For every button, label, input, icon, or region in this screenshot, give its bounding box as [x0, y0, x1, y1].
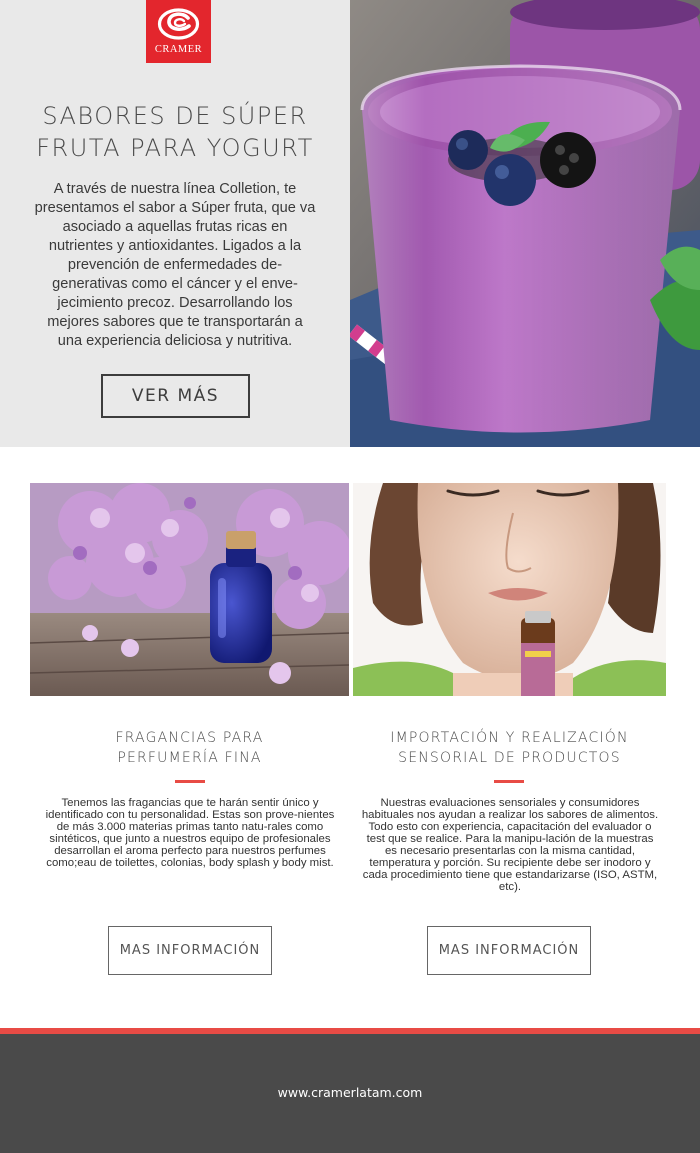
perfume-illustration: [30, 483, 349, 696]
lilac-perfume-image: [30, 483, 349, 696]
berry-smoothie-image: [350, 0, 700, 447]
importacion-title-line-2: SENSORIAL DE PRODUCTOS: [398, 750, 621, 766]
fragancias-title: FRAGANCIAS PARA PERFUMERÍA FINA: [30, 728, 349, 768]
hero-title: SABORES DE SÚPER FRUTA PARA YOGURT: [20, 100, 330, 164]
smoothie-illustration: [350, 0, 700, 447]
fragancias-mas-informacion-button[interactable]: MAS INFORMACIÓN: [108, 926, 272, 975]
logo-wordmark: CRAMER: [154, 44, 203, 55]
fragancias-title-line-2: PERFUMERÍA FINA: [117, 750, 262, 766]
importacion-mas-informacion-button[interactable]: MAS INFORMACIÓN: [427, 926, 591, 975]
hero-text-panel: CRAMER SABORES DE SÚPER FRUTA PARA YOGUR…: [0, 0, 350, 447]
hero-title-line-2: FRUTA PARA YOGURT: [36, 134, 314, 162]
woman-essential-oil-image: [353, 483, 666, 696]
hero-title-line-1: SABORES DE SÚPER: [42, 102, 308, 130]
fragancias-description: Tenemos las fragancias que te harán sent…: [45, 797, 335, 869]
fragancias-accent-divider: [175, 780, 205, 783]
hero-section: CRAMER SABORES DE SÚPER FRUTA PARA YOGUR…: [0, 0, 700, 447]
sensorial-illustration: [353, 483, 666, 696]
importacion-description: Nuestras evaluaciones sensoriales y cons…: [361, 797, 659, 893]
cramer-logo[interactable]: CRAMER: [146, 0, 211, 63]
hero-description: A través de nuestra línea Colletion, te …: [34, 181, 316, 349]
footer: www.cramerlatam.com: [0, 1034, 700, 1153]
importacion-title-line-1: IMPORTACIÓN Y REALIZACIÓN: [390, 730, 629, 746]
fragancias-title-line-1: FRAGANCIAS PARA: [115, 730, 264, 746]
cramer-logo-icon: [157, 8, 200, 40]
footer-website-link[interactable]: www.cramerlatam.com: [0, 1085, 700, 1100]
ver-mas-button[interactable]: VER MÁS: [101, 374, 250, 418]
importacion-title: IMPORTACIÓN Y REALIZACIÓN SENSORIAL DE P…: [353, 728, 666, 768]
importacion-accent-divider: [494, 780, 524, 783]
